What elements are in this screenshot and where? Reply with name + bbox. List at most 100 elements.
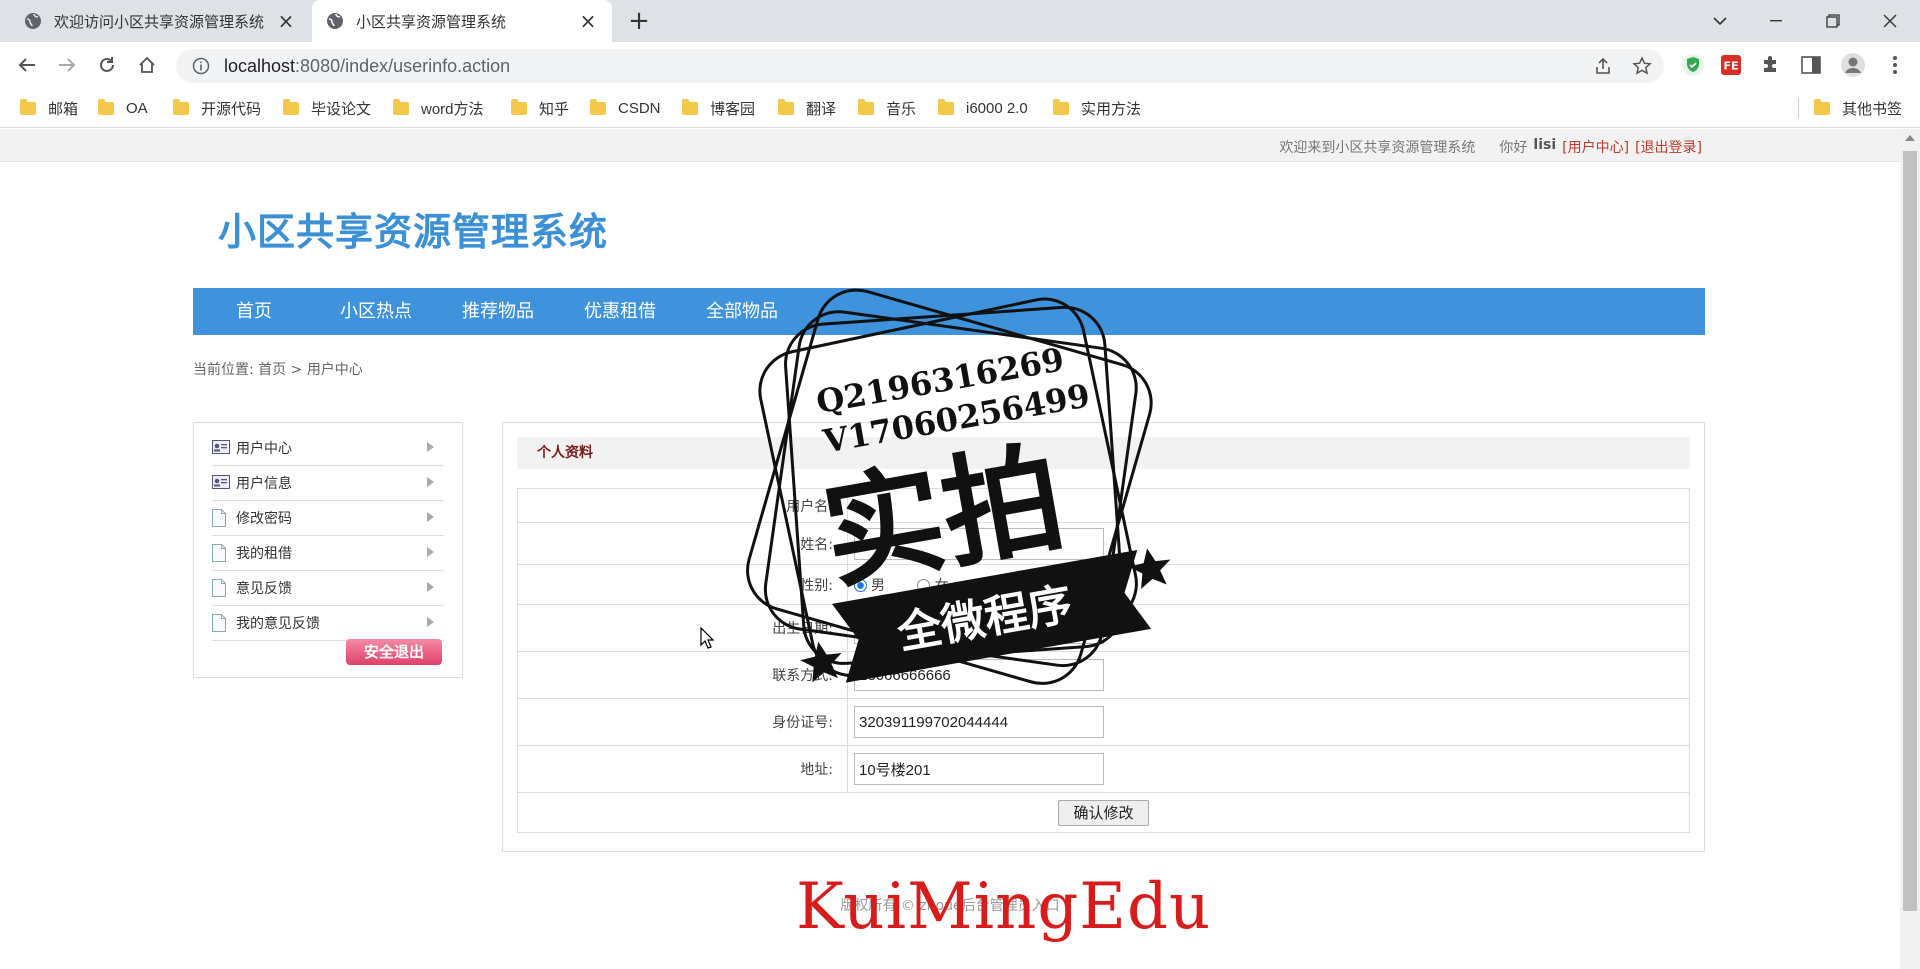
folder-icon xyxy=(938,98,954,115)
kebab-menu-icon[interactable] xyxy=(1880,50,1910,80)
bookmark-folder[interactable]: word方法 xyxy=(393,96,484,120)
folder-icon xyxy=(393,98,409,115)
breadcrumb-prefix: 当前位置: xyxy=(193,362,259,378)
nav-discount-rental[interactable]: 优惠租借 xyxy=(559,288,681,335)
browser-tab-welcome[interactable]: 欢迎访问小区共享资源管理系统 × xyxy=(10,0,310,42)
submit-cell: 确认修改 xyxy=(517,792,1690,833)
breadcrumb: 当前位置: 首页 > 用户中心 xyxy=(193,359,363,379)
home-icon[interactable] xyxy=(130,48,164,82)
profile-avatar-icon[interactable] xyxy=(1838,50,1868,80)
username: lisi xyxy=(1533,137,1557,153)
nav-home[interactable]: 首页 xyxy=(193,288,315,335)
minimize-button[interactable] xyxy=(1748,0,1804,42)
bookmark-folder[interactable]: 翻译 xyxy=(778,96,836,120)
logout-link[interactable]: [退出登录] xyxy=(1635,137,1702,157)
other-bookmarks[interactable]: 其他书签 xyxy=(1814,96,1902,120)
greeting-text: 你好 xyxy=(1499,140,1528,156)
restore-button[interactable] xyxy=(1805,0,1861,42)
forward-arrow-icon[interactable] xyxy=(50,48,84,82)
puzzle-extensions-icon[interactable] xyxy=(1756,50,1786,80)
share-icon[interactable] xyxy=(1592,55,1614,77)
fe-extension-icon[interactable]: FE xyxy=(1716,50,1746,80)
safe-logout-button[interactable]: 安全退出 xyxy=(346,639,442,665)
reload-icon[interactable] xyxy=(90,48,124,82)
sidebar-item-change-password[interactable]: 修改密码 xyxy=(212,501,444,536)
chevron-right-icon xyxy=(427,442,434,452)
chevron-right-icon xyxy=(427,477,434,487)
folder-icon xyxy=(20,98,36,115)
close-icon[interactable]: × xyxy=(578,11,598,31)
bookmark-star-icon[interactable] xyxy=(1631,55,1653,77)
chevron-right-icon xyxy=(427,547,434,557)
bookmark-folder[interactable]: 开源代码 xyxy=(173,96,261,120)
bookmark-folder[interactable]: 博客园 xyxy=(682,96,755,120)
side-panel-icon[interactable] xyxy=(1796,50,1826,80)
bookmark-folder[interactable]: 知乎 xyxy=(511,96,569,120)
scrollbar-thumb[interactable] xyxy=(1903,151,1917,911)
confirm-edit-button[interactable]: 确认修改 xyxy=(1058,799,1149,826)
svg-text:FE: FE xyxy=(1723,60,1738,73)
breadcrumb-separator: > xyxy=(290,362,303,378)
site-info-icon[interactable] xyxy=(192,57,210,75)
user-card-icon xyxy=(212,439,230,457)
back-arrow-icon[interactable] xyxy=(10,48,44,82)
folder-icon xyxy=(590,98,606,115)
bookmark-separator xyxy=(1798,98,1799,118)
browser-tab-strip: 欢迎访问小区共享资源管理系统 × 小区共享资源管理系统 × + xyxy=(0,0,1920,42)
sidebar-item-my-feedback[interactable]: 我的意见反馈 xyxy=(212,606,444,641)
bookmark-folder[interactable]: 实用方法 xyxy=(1053,96,1141,120)
user-card-icon xyxy=(212,474,230,492)
bookmark-folder[interactable]: CSDN xyxy=(590,96,661,120)
close-window-button[interactable] xyxy=(1862,0,1918,42)
tab-title: 欢迎访问小区共享资源管理系统 xyxy=(54,12,265,31)
breadcrumb-home[interactable]: 首页 xyxy=(258,362,286,378)
tab-search-chevron-icon[interactable] xyxy=(1692,0,1748,42)
sidebar-item-feedback[interactable]: 意见反馈 xyxy=(212,571,444,606)
document-icon xyxy=(212,579,230,597)
bookmarks-bar: 邮箱 OA 开源代码 毕设论文 word方法 知乎 CSDN 博客园 翻译 音乐… xyxy=(0,88,1920,128)
address-bar[interactable]: localhost:8080/index/userinfo.action xyxy=(176,49,1664,83)
sidebar-item-user-center[interactable]: 用户中心 xyxy=(212,431,444,466)
chevron-right-icon xyxy=(427,512,434,522)
folder-icon xyxy=(1053,98,1069,115)
folder-icon xyxy=(858,98,874,115)
folder-icon xyxy=(98,98,114,115)
bookmark-folder[interactable]: i6000 2.0 xyxy=(938,96,1028,120)
star-icon xyxy=(800,641,842,683)
folder-icon xyxy=(1814,98,1830,115)
form-row-submit: 确认修改 xyxy=(517,792,1690,833)
globe-icon xyxy=(326,12,344,30)
bookmark-folder[interactable]: OA xyxy=(98,96,148,120)
watermark-text: KuiMingEdu xyxy=(796,870,1212,944)
nav-hotspot[interactable]: 小区热点 xyxy=(315,288,437,335)
welcome-text: 欢迎来到小区共享资源管理系统 xyxy=(1279,140,1476,156)
folder-icon xyxy=(283,98,299,115)
new-tab-button[interactable]: + xyxy=(625,8,653,36)
user-center-link[interactable]: [用户中心] xyxy=(1562,137,1629,157)
folder-icon xyxy=(682,98,698,115)
document-icon xyxy=(212,614,230,632)
nav-recommended[interactable]: 推荐物品 xyxy=(437,288,559,335)
browser-tab-system[interactable]: 小区共享资源管理系统 × xyxy=(312,0,612,42)
user-sidebar: 用户中心 用户信息 修改密码 我的租借 意见反馈 我的意见反馈 安全退出 xyxy=(193,422,463,678)
mouse-cursor-icon xyxy=(700,627,714,649)
sidebar-item-my-rentals[interactable]: 我的租借 xyxy=(212,536,444,571)
folder-icon xyxy=(511,98,527,115)
sidebar-item-label: 我的意见反馈 xyxy=(236,616,320,632)
breadcrumb-current: 用户中心 xyxy=(306,362,363,378)
sidebar-item-label: 我的租借 xyxy=(236,546,292,562)
document-icon xyxy=(212,544,230,562)
bookmark-folder[interactable]: 音乐 xyxy=(858,96,916,120)
bookmark-folder[interactable]: 邮箱 xyxy=(20,96,78,120)
scroll-up-arrow-icon[interactable] xyxy=(1905,135,1915,141)
sidebar-item-label: 修改密码 xyxy=(236,511,292,527)
page-scrollbar[interactable] xyxy=(1900,129,1920,969)
globe-icon xyxy=(24,12,42,30)
shield-extension-icon[interactable] xyxy=(1678,50,1708,80)
sidebar-item-user-info[interactable]: 用户信息 xyxy=(212,466,444,501)
sidebar-item-label: 用户信息 xyxy=(236,476,292,492)
close-icon[interactable]: × xyxy=(276,11,296,31)
form-row-address: 地址: xyxy=(517,745,1690,793)
address-input[interactable] xyxy=(854,753,1104,785)
bookmark-folder[interactable]: 毕设论文 xyxy=(283,96,371,120)
